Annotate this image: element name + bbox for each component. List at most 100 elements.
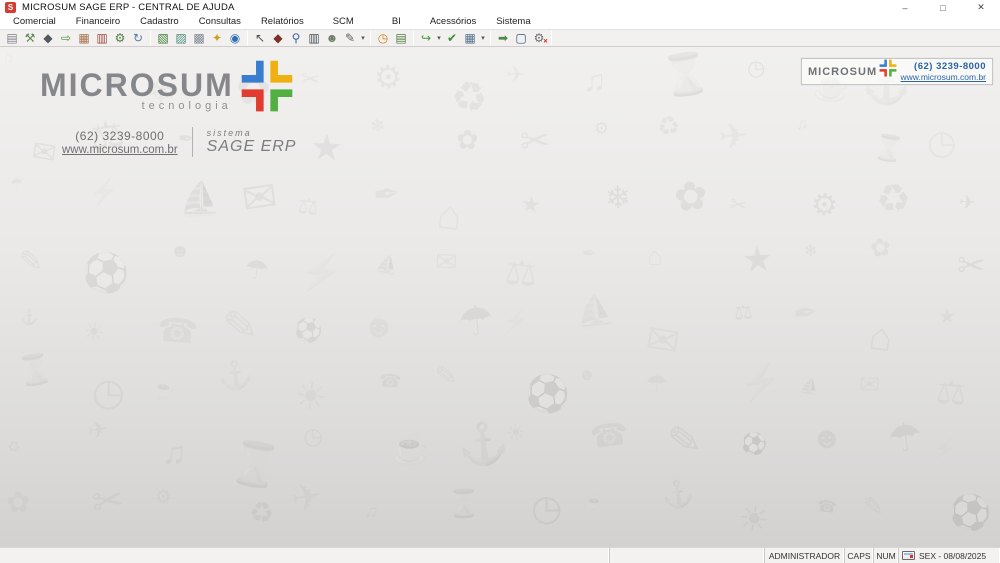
watermark-icon: ⛵ [572, 291, 617, 333]
watermark-icon: ♫ [161, 432, 189, 472]
monitor-icon[interactable]: ▢ [512, 30, 530, 46]
watermark-icon: ☎ [378, 370, 403, 392]
forward-arrow-icon[interactable]: ↪ [417, 30, 435, 46]
library-icon[interactable]: ▤ [392, 30, 410, 46]
watermark-icon: ✂ [299, 65, 321, 93]
watermark-icon: ⌛ [870, 132, 907, 166]
edit-document-icon[interactable]: ✎ [341, 30, 359, 46]
messenger-bird-icon[interactable]: ✦ [208, 30, 226, 46]
watermark-icon: ☀ [504, 419, 527, 447]
watermark-icon: ☂ [884, 414, 926, 463]
export-icon[interactable]: ➡ [494, 30, 512, 46]
header-brand-box: MICROSUM (62) 3239-8000 www.microsum.com… [801, 58, 993, 85]
watermark-icon: ✎ [862, 492, 885, 521]
watermark-icon: ✉ [642, 316, 683, 366]
maximize-button[interactable]: □ [924, 0, 962, 15]
watermark-icon: ⛵ [798, 377, 821, 397]
pointer-flash-icon[interactable]: ↖ [251, 30, 269, 46]
dropdown-caret-icon[interactable]: ▾ [479, 34, 487, 42]
watermark-icon: ⚖ [296, 191, 320, 221]
header-website-link[interactable]: www.microsum.com.br [901, 72, 986, 82]
watermark-icon: ◷ [302, 422, 324, 450]
menu-bi[interactable]: BI [373, 15, 420, 29]
watermark-icon: ⚖ [733, 300, 754, 325]
catalog-book-icon[interactable]: ▧ [154, 30, 172, 46]
watermark-icon: ✎ [434, 360, 459, 393]
menu-cadastro[interactable]: Cadastro [130, 15, 189, 29]
minimize-button[interactable]: – [886, 0, 924, 15]
menu-relatorios[interactable]: Relatórios [251, 15, 314, 29]
menu-comercial[interactable]: Comercial [3, 15, 66, 29]
system-name: SAGE ERP [206, 138, 297, 155]
watermark-icon: ☀ [80, 317, 107, 348]
watermark-icon: ✉ [238, 171, 281, 224]
globe-icon[interactable]: ◉ [226, 30, 244, 46]
watermark-icon: ⌂ [2, 48, 15, 67]
watermark-icon: ✒ [371, 175, 402, 214]
brand-block: MICROSUM tecnologia (62) 3239-8000 www.m… [40, 60, 297, 157]
watermark-icon: ⌛ [14, 352, 56, 391]
app-window: S MICROSUM SAGE ERP - CENTRAL DE AJUDA –… [0, 0, 1000, 563]
toolbar-separator [490, 31, 491, 45]
watermark-icon: ⚽ [739, 431, 768, 457]
dropdown-caret-icon[interactable]: ▾ [435, 34, 443, 42]
menu-scm[interactable]: SCM [314, 15, 373, 29]
users-icon[interactable]: ☻ [323, 30, 341, 46]
watermark-icon: ◷ [91, 371, 127, 415]
money-bag-icon[interactable]: ◆ [39, 30, 57, 46]
watermark-icon: ⌂ [434, 191, 465, 240]
search-icon[interactable]: ⚲ [287, 30, 305, 46]
images-icon[interactable]: ▨ [172, 30, 190, 46]
calculator-icon[interactable]: ▦ [461, 30, 479, 46]
watermark-icon: ★ [740, 239, 775, 281]
brand-website-link[interactable]: www.microsum.com.br [62, 144, 178, 156]
watermark-icon: ⌛ [225, 436, 286, 493]
watermark-icon: ☕ [390, 429, 431, 467]
archive-cabinet-icon[interactable]: ▥ [93, 30, 111, 46]
menu-consultas[interactable]: Consultas [189, 15, 251, 29]
clock-icon[interactable]: ◷ [374, 30, 392, 46]
equipment-icon[interactable]: ⚙ [111, 30, 129, 46]
brand-tagline: tecnologia [141, 100, 232, 112]
watermark-icon: ♻ [874, 176, 914, 223]
watermark-icon: ⌛ [446, 488, 481, 519]
delivery-truck-icon[interactable]: ⇨ [57, 30, 75, 46]
status-panel-empty-2 [610, 548, 765, 563]
watermark-icon: ⚓ [455, 419, 511, 470]
menubar: Comercial Financeiro Cadastro Consultas Rela… [0, 15, 1000, 29]
watermark-icon: ✎ [19, 245, 44, 278]
copy-documents-icon[interactable]: ▩ [190, 30, 208, 46]
watermark-icon: ☕ [583, 493, 606, 514]
menu-financeiro[interactable]: Financeiro [66, 15, 130, 29]
header-phone: (62) 3239-8000 [914, 61, 986, 72]
exit-system-icon[interactable]: ⚙ ✕ [530, 30, 548, 46]
watermark-icon: ✿ [867, 232, 893, 264]
cart-icon[interactable]: ⚒ [21, 30, 39, 46]
watermark-icon: ✿ [455, 124, 479, 155]
menu-acessorios[interactable]: Acessórios [420, 15, 486, 29]
watermark-icon: ⌛ [658, 49, 715, 101]
watermark-icon: ☻ [361, 307, 396, 345]
watermark-icon: ☂ [8, 174, 25, 194]
status-panel-empty-1 [0, 548, 610, 563]
watermark-icon: ✈ [717, 115, 750, 158]
watermark-icon: ☎ [816, 497, 838, 517]
workstation-icon[interactable]: ▤ [3, 30, 21, 46]
columns-report-icon[interactable]: ▥ [305, 30, 323, 46]
system-label: sistema [206, 128, 252, 138]
watermark-icon: ⚙ [593, 118, 611, 139]
stock-box-icon[interactable]: ▦ [75, 30, 93, 46]
calendar-icon [902, 551, 915, 560]
toolbar: ▤ ⚒ ◆ ⇨ ▦ ▥ ⚙ ↻ ▧ ▨ ▩ ✦ ◉ ↖ ◆ ⚲ ▥ ☻ ✎ ▾ ◷ ▤ ↪ ▾ ✔ ▦ ▾ ➡ ▢ ⚙ ✕ [0, 29, 1000, 47]
menu-sistema[interactable]: Sistema [486, 15, 540, 29]
dropdown-caret-icon[interactable]: ▾ [359, 34, 367, 42]
watermark-icon: ⚙ [810, 188, 839, 224]
close-button[interactable]: ✕ [962, 0, 1000, 15]
refresh-document-icon[interactable]: ↻ [129, 30, 147, 46]
vehicle-icon[interactable]: ◆ [269, 30, 287, 46]
watermark-icon: ⚽ [947, 492, 993, 533]
watermark-icon: ★ [937, 305, 957, 328]
watermark-icon: ✿ [671, 173, 711, 222]
watermark-icon: ⚽ [522, 371, 572, 417]
checklist-icon[interactable]: ✔ [443, 30, 461, 46]
